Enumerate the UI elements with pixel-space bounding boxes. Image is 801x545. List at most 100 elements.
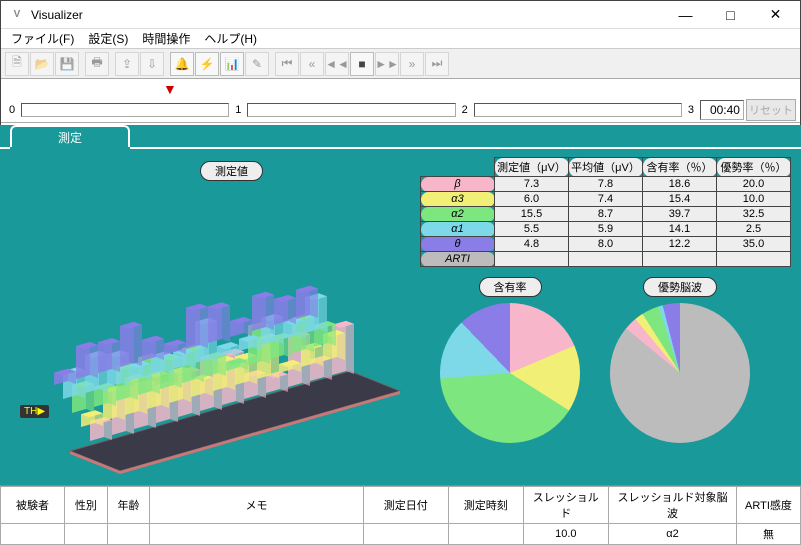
info-header: ARTI感度	[736, 487, 800, 524]
info-header: 年齢	[107, 487, 150, 524]
menu-file[interactable]: ファイル(F)	[5, 28, 80, 49]
table-cell: 15.5	[495, 207, 569, 222]
band-cell: α2	[421, 207, 495, 222]
info-header: 測定時刻	[448, 487, 523, 524]
table-cell: 32.5	[717, 207, 791, 222]
table-cell: 7.3	[495, 177, 569, 192]
app-icon: V	[9, 7, 25, 23]
rewind-icon[interactable]: «	[300, 52, 324, 76]
bar3d-chart: TH▶	[20, 241, 420, 476]
skip-first-icon[interactable]: ⏮	[275, 52, 299, 76]
pie-dominant-wrap: 優勢脳波	[610, 277, 750, 443]
table-cell: 5.5	[495, 222, 569, 237]
time-display: 00:40	[700, 100, 744, 120]
tab-label: 測定	[58, 129, 82, 146]
info-header: 測定日付	[363, 487, 448, 524]
reset-button[interactable]: リセット	[746, 99, 796, 121]
band-cell: α3	[421, 192, 495, 207]
open-folder-icon[interactable]: 📂	[30, 52, 54, 76]
marker-icon[interactable]: ▼	[163, 81, 177, 97]
table-cell: 6.0	[495, 192, 569, 207]
minimize-button[interactable]: —	[663, 2, 708, 28]
marker-strip: ▼	[1, 79, 800, 97]
label-content-rate: 含有率	[479, 277, 542, 297]
timeline-label-2: 2	[458, 104, 472, 116]
table-cell	[643, 252, 717, 267]
info-value	[150, 524, 363, 545]
maximize-button[interactable]: □	[708, 2, 753, 28]
table-cell: 12.2	[643, 237, 717, 252]
table-header: 優勢率（％）	[717, 158, 791, 177]
print-icon[interactable]: 🖶	[85, 52, 109, 76]
new-file-icon[interactable]: 🗎	[5, 52, 29, 76]
bell-icon[interactable]: 🔔	[170, 52, 194, 76]
info-value	[448, 524, 523, 545]
flash-icon[interactable]: ⚡	[195, 52, 219, 76]
table-cell	[569, 252, 643, 267]
table-header: 含有率（％）	[643, 158, 717, 177]
table-cell	[495, 252, 569, 267]
menu-bar: ファイル(F) 設定(S) 時間操作 ヘルプ(H)	[1, 29, 800, 49]
band-cell: ARTI	[421, 252, 495, 267]
pie-dominant-wave	[610, 303, 750, 443]
label-measurement-value: 測定値	[200, 161, 263, 181]
table-cell: 8.0	[569, 237, 643, 252]
window-title: Visualizer	[31, 8, 663, 22]
ffwd-icon[interactable]: »	[400, 52, 424, 76]
table-cell: 20.0	[717, 177, 791, 192]
table-cell	[717, 252, 791, 267]
pie-content-rate	[440, 303, 580, 443]
table-cell: 39.7	[643, 207, 717, 222]
stop-icon[interactable]: ■	[350, 52, 374, 76]
timeline-slider[interactable]	[21, 103, 229, 117]
step-fwd-icon[interactable]: ►►	[375, 52, 399, 76]
menu-help[interactable]: ヘルプ(H)	[198, 28, 263, 49]
band-cell: β	[421, 177, 495, 192]
timeline-label-0: 0	[5, 104, 19, 116]
info-panel: 被験者性別年齢メモ測定日付測定時刻スレッショルドスレッショルド対象脳波ARTI感…	[0, 485, 801, 542]
tab-measure[interactable]: 測定	[10, 125, 130, 147]
table-cell: 10.0	[717, 192, 791, 207]
info-value	[363, 524, 448, 545]
table-cell: 8.7	[569, 207, 643, 222]
timeline-label-1: 1	[231, 104, 245, 116]
info-value	[65, 524, 108, 545]
main-panel: 測定 測定値 測定値（μV）平均値（μV）含有率（％）優勢率（％） β7.37.…	[0, 125, 801, 485]
menu-settings[interactable]: 設定(S)	[82, 28, 134, 49]
info-value	[1, 524, 65, 545]
close-button[interactable]: ✕	[753, 2, 798, 28]
menu-time-ops[interactable]: 時間操作	[136, 28, 196, 49]
table-cell: 5.9	[569, 222, 643, 237]
table-cell: 15.4	[643, 192, 717, 207]
edit-icon[interactable]: ✎	[245, 52, 269, 76]
table-header: 平均値（μV）	[569, 158, 643, 177]
table-cell: 14.1	[643, 222, 717, 237]
timeline-slider[interactable]	[247, 103, 455, 117]
skip-last-icon[interactable]: ⏭	[425, 52, 449, 76]
table-cell: 35.0	[717, 237, 791, 252]
info-header: 性別	[65, 487, 108, 524]
band-data-table: 測定値（μV）平均値（μV）含有率（％）優勢率（％） β7.37.818.620…	[420, 157, 791, 267]
table-header: 測定値（μV）	[495, 158, 569, 177]
info-header: メモ	[150, 487, 363, 524]
export-icon[interactable]: ⇪	[115, 52, 139, 76]
info-value	[107, 524, 150, 545]
info-table: 被験者性別年齢メモ測定日付測定時刻スレッショルドスレッショルド対象脳波ARTI感…	[0, 486, 801, 545]
import-icon[interactable]: ⇩	[140, 52, 164, 76]
toolbar: 🗎 📂 💾 🖶 ⇪ ⇩ 🔔 ⚡ 📊 ✎ ⏮ « ◄◄ ■ ►► » ⏭	[1, 49, 800, 79]
timeline-row: 0 1 2 3 00:40 リセット	[1, 97, 800, 123]
timeline-label-3: 3	[684, 104, 698, 116]
table-cell: 2.5	[717, 222, 791, 237]
info-header: 被験者	[1, 487, 65, 524]
chart-icon[interactable]: 📊	[220, 52, 244, 76]
save-icon[interactable]: 💾	[55, 52, 79, 76]
info-header: スレッショルド対象脳波	[608, 487, 736, 524]
step-back-icon[interactable]: ◄◄	[325, 52, 349, 76]
table-cell: 18.6	[643, 177, 717, 192]
band-cell: θ	[421, 237, 495, 252]
table-cell: 4.8	[495, 237, 569, 252]
info-value: 10.0	[523, 524, 608, 545]
timeline-slider[interactable]	[474, 103, 682, 117]
info-header: スレッショルド	[523, 487, 608, 524]
band-cell: α1	[421, 222, 495, 237]
